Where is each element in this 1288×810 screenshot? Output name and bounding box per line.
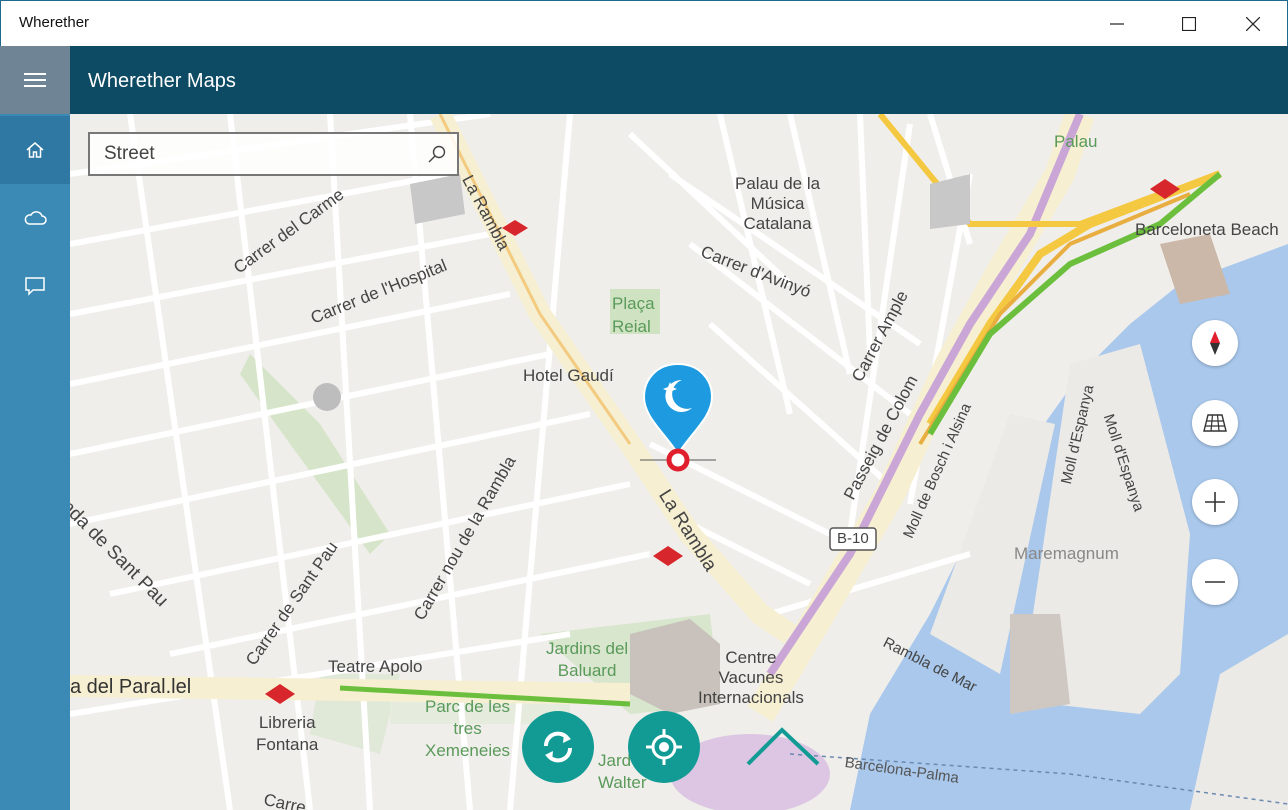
hamburger-icon <box>24 73 46 87</box>
maximize-icon <box>1182 17 1196 31</box>
street-search-box[interactable] <box>88 132 459 176</box>
minus-icon <box>1205 581 1225 583</box>
plus-icon <box>1205 492 1225 512</box>
locate-me-button[interactable] <box>628 711 700 783</box>
compass-icon <box>1210 331 1220 355</box>
window-title-bar: Wherether <box>0 0 1288 46</box>
map-canvas[interactable]: La Rambla Carrer del Carme Carrer de l'H… <box>70 114 1288 810</box>
nav-weather-button[interactable] <box>0 184 70 252</box>
map-style-button[interactable] <box>1192 400 1238 446</box>
map-label: B-10 <box>837 530 869 547</box>
map-label: Palau <box>1054 132 1098 151</box>
close-button[interactable] <box>1230 1 1276 47</box>
zoom-out-button[interactable] <box>1192 559 1238 605</box>
refresh-icon <box>543 731 573 763</box>
map-label: Teatre Apolo <box>328 657 423 676</box>
map-label: Parc de les tres Xemeneies <box>425 697 511 760</box>
map-label: Centre Vacunes Internacionals <box>698 648 804 707</box>
map-label: Libreria Fontana <box>256 713 319 754</box>
hamburger-menu-button[interactable] <box>0 46 70 114</box>
map-label: a del Paral.lel <box>70 676 192 698</box>
minimize-button[interactable] <box>1094 1 1140 47</box>
nav-feedback-button[interactable] <box>0 252 70 320</box>
app-title: Wherether Maps <box>88 70 236 92</box>
weather-location-pin[interactable] <box>640 362 716 477</box>
nav-home-button[interactable] <box>0 116 70 184</box>
zoom-in-button[interactable] <box>1192 479 1238 525</box>
search-icon[interactable] <box>427 144 447 164</box>
maximize-button[interactable] <box>1166 1 1212 47</box>
locate-icon <box>646 729 682 765</box>
map-label: Barceloneta Beach <box>1135 220 1279 239</box>
app-header: Wherether Maps <box>0 46 1288 114</box>
map-label: Jardins del Baluard <box>546 639 629 680</box>
map-label: Plaça Reial <box>612 294 655 336</box>
cloud-icon <box>24 211 47 225</box>
map-label: Hotel Gaudí <box>523 366 614 385</box>
compass-button[interactable] <box>1192 320 1238 366</box>
message-icon <box>25 277 45 296</box>
map-label: Maremagnum <box>1014 544 1119 563</box>
map-label: Palau de la Música Catalana <box>735 174 821 233</box>
side-navigation <box>0 114 70 810</box>
close-icon <box>1246 17 1260 31</box>
minimize-icon <box>1110 23 1124 25</box>
map-style-icon <box>1203 414 1227 432</box>
home-icon <box>26 142 44 158</box>
window-title: Wherether <box>19 14 90 31</box>
street-search-input[interactable] <box>90 134 410 174</box>
refresh-button[interactable] <box>522 711 594 783</box>
